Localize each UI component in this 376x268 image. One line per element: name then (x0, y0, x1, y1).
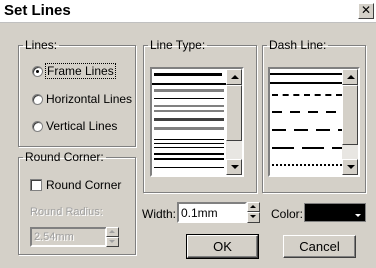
width-input[interactable]: 0.1mm (177, 202, 247, 223)
scroll-down-button[interactable] (226, 159, 242, 175)
scroll-up-button[interactable] (226, 69, 242, 85)
line-style-gray-thick[interactable] (154, 127, 224, 130)
round-radius-spinner[interactable] (106, 227, 119, 247)
color-swatch (305, 204, 365, 221)
selection-border (152, 83, 226, 85)
color-picker[interactable] (304, 203, 366, 222)
chevron-down-icon (231, 165, 239, 169)
spin-up-icon[interactable] (247, 202, 260, 212)
line-style-solid-dark[interactable] (154, 118, 224, 121)
width-spinner[interactable] (247, 202, 260, 223)
line-style-bottom[interactable] (154, 167, 224, 168)
title-bar: Set Lines ✕ (0, 0, 376, 23)
dash-style-solid-selected[interactable] (270, 82, 342, 84)
line-style-gray-1[interactable] (154, 105, 224, 107)
close-button[interactable]: ✕ (358, 3, 374, 19)
radio-vertical-lines[interactable]: Vertical Lines (32, 119, 117, 133)
chevron-down-icon (347, 165, 355, 169)
radio-button-icon (32, 93, 43, 105)
line-style-double-2[interactable] (154, 158, 224, 160)
scroll-thumb[interactable] (226, 85, 242, 141)
radio-button-icon (32, 65, 43, 77)
line-type-group-label: Line Type: (150, 38, 206, 52)
line-type-scrollbar[interactable] (226, 69, 242, 175)
ok-button[interactable]: OK (186, 234, 259, 259)
dash-line-scrollbar[interactable] (342, 69, 358, 175)
close-icon: ✕ (360, 3, 372, 17)
line-style-triple-1[interactable] (154, 139, 224, 140)
line-style-solid-gray[interactable] (154, 89, 224, 92)
spin-down-icon[interactable] (247, 212, 260, 223)
round-corner-checkbox-label: Round Corner (46, 178, 122, 192)
line-style-triple-2[interactable] (154, 143, 224, 144)
line-style-double-1[interactable] (154, 153, 224, 155)
round-radius-value: 2.54mm (34, 231, 74, 243)
spin-up-icon[interactable] (106, 227, 119, 237)
line-type-item-selected[interactable] (152, 69, 226, 83)
dash-style-dense[interactable] (272, 94, 342, 96)
radio-frame-lines-label: Frame Lines (45, 63, 116, 79)
color-label: Color: (271, 207, 304, 221)
window-title: Set Lines (4, 2, 71, 19)
radio-horizontal-lines[interactable]: Horizontal Lines (32, 92, 132, 106)
dropdown-arrow-icon (355, 214, 361, 217)
round-radius-label: Round Radius: (30, 206, 103, 218)
dash-style-extra-long[interactable] (272, 147, 342, 149)
round-corner-checkbox[interactable]: Round Corner (30, 178, 121, 192)
round-corner-group-label: Round Corner: (25, 150, 104, 164)
scroll-up-button[interactable] (342, 69, 358, 85)
width-value: 0.1mm (181, 206, 218, 220)
dash-line-group-label: Dash Line: (269, 38, 327, 52)
chevron-up-icon (347, 75, 355, 79)
line-style-gray-2[interactable] (154, 110, 224, 112)
line-style-triple-3[interactable] (154, 147, 224, 148)
chevron-up-icon (231, 75, 239, 79)
radio-vertical-lines-label: Vertical Lines (46, 119, 118, 133)
cancel-button[interactable]: Cancel (283, 235, 356, 258)
dash-style-dotted[interactable] (272, 164, 342, 166)
scroll-thumb[interactable] (342, 85, 358, 145)
radio-frame-lines[interactable]: Frame Lines (32, 63, 116, 79)
line-style-solid-thin[interactable] (154, 98, 224, 99)
width-label: Width: (142, 207, 177, 221)
dash-style-medium[interactable] (272, 111, 342, 113)
round-radius-input[interactable]: 2.54mm (30, 227, 107, 247)
checkbox-icon (30, 179, 42, 191)
dash-style-long[interactable] (272, 129, 342, 131)
scroll-down-button[interactable] (342, 159, 358, 175)
lines-group-label: Lines: (25, 38, 58, 52)
dash-line-list[interactable] (268, 67, 360, 177)
radio-horizontal-lines-label: Horizontal Lines (46, 92, 133, 106)
line-type-list[interactable] (150, 67, 244, 177)
radio-button-icon (32, 120, 43, 132)
line-style-solid-thick (154, 73, 222, 76)
dash-style-solid-top[interactable] (270, 73, 342, 75)
spin-down-icon[interactable] (106, 237, 119, 247)
